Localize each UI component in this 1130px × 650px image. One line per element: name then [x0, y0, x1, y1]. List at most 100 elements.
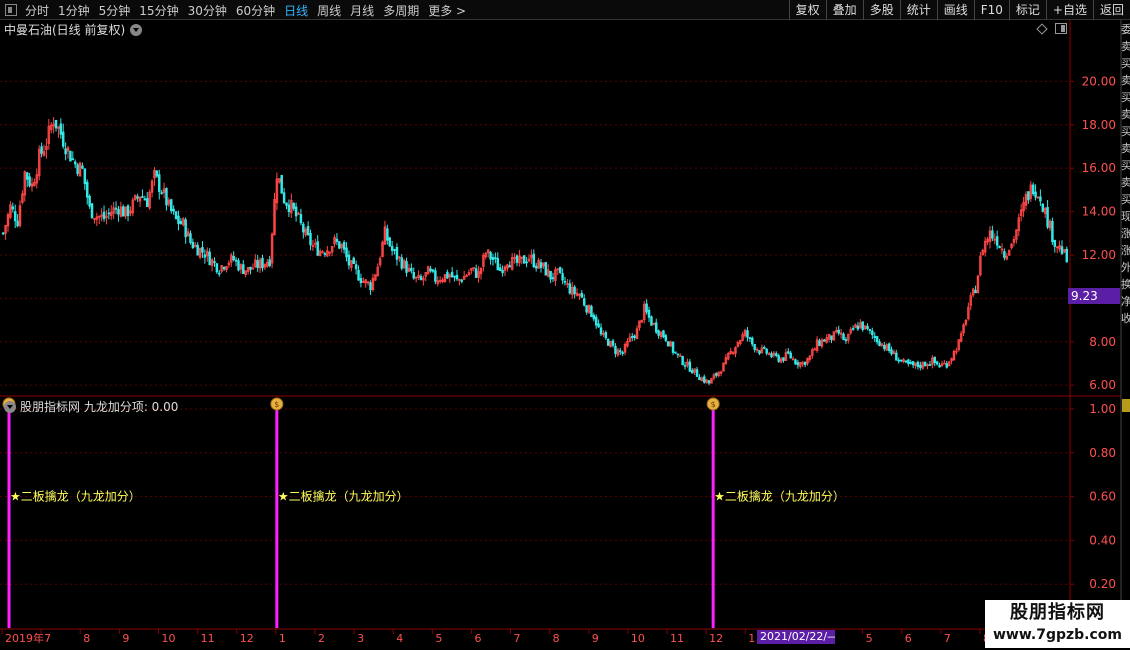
candle-body: [158, 174, 161, 192]
candle-body: [573, 286, 576, 295]
candle-body: [945, 363, 948, 368]
x-tick-label: 8: [553, 632, 560, 645]
candle-body: [895, 352, 898, 361]
candle-body: [683, 364, 687, 367]
candle-body: [909, 362, 912, 364]
y-tick-label: 0.20: [1089, 577, 1116, 591]
candle-body: [611, 340, 615, 346]
candle-body: [354, 264, 358, 270]
candle-body: [73, 161, 77, 165]
x-tick-label: 1: [748, 632, 755, 645]
candle-body: [174, 211, 178, 220]
candle-body: [647, 309, 651, 318]
candle-body: [674, 351, 677, 354]
candle-body: [40, 146, 43, 154]
candle-body: [904, 360, 908, 363]
candle-body: [189, 233, 192, 243]
candle-body: [455, 274, 459, 280]
candle-body: [823, 339, 826, 342]
candle-body: [851, 327, 855, 330]
candle-body: [763, 346, 766, 349]
candle-body: [664, 335, 668, 341]
candle-body: [875, 336, 879, 343]
x-tick-label: 5: [866, 632, 873, 645]
candle-body: [919, 364, 922, 368]
candle-body: [765, 348, 768, 354]
candle-body: [525, 261, 528, 264]
candle-body: [282, 192, 286, 204]
candle-body: [681, 355, 684, 366]
money-bag-glyph: $: [274, 400, 279, 409]
y-tick-label: 1.00: [1089, 402, 1116, 416]
quote-label: 卖: [1121, 108, 1130, 121]
quote-label: 收: [1121, 312, 1130, 325]
y-tick-label: 18.00: [1082, 118, 1116, 132]
indicator-title-text: 股朋指标网 九龙加分项: 0.00: [20, 400, 179, 414]
candle-body: [126, 205, 130, 217]
indicator-title: 股朋指标网 九龙加分项: 0.00: [4, 398, 178, 415]
candle-body: [585, 305, 588, 313]
candle-body: [818, 340, 821, 346]
candle-body: [844, 339, 848, 341]
candle-body: [897, 359, 900, 362]
y-tick-label: 16.00: [1082, 161, 1116, 175]
candle-body: [777, 355, 780, 362]
candle-body: [280, 174, 283, 194]
candle-body: [1065, 248, 1069, 263]
candle-body: [61, 131, 65, 147]
quote-label: 现: [1121, 210, 1130, 223]
x-tick-label: 11: [670, 632, 684, 645]
candle-body: [1003, 251, 1006, 258]
watermark: 股朋指标网 www.7gpzb.com: [985, 600, 1130, 648]
candle-body: [28, 176, 31, 186]
candle-body: [1060, 246, 1064, 255]
quote-label: 卖: [1121, 74, 1130, 87]
candle-body: [753, 344, 756, 351]
candle-body: [856, 325, 860, 330]
candle-body: [412, 272, 415, 279]
chevron-down-icon[interactable]: [130, 23, 143, 36]
candle-body: [544, 262, 548, 276]
candle-body: [213, 261, 216, 264]
candle-body: [13, 211, 17, 222]
candle-body: [618, 350, 622, 353]
candle-body: [580, 292, 584, 298]
candle-body: [196, 244, 199, 256]
candle-body: [165, 188, 168, 206]
candle-body: [155, 170, 159, 177]
candle-body: [1046, 206, 1049, 228]
candle-body: [597, 323, 600, 328]
kline-chart[interactable]: 20.0018.0016.0014.0012.0010.008.006.001.…: [0, 0, 1130, 650]
candle-body: [803, 361, 807, 366]
quote-label: 净: [1121, 295, 1130, 308]
candle-body: [285, 202, 288, 206]
candle-body: [707, 380, 711, 384]
y-tick-label: 12.00: [1082, 248, 1116, 262]
x-tick-label: 5: [435, 632, 442, 645]
candle-body: [419, 276, 423, 280]
candle-body: [405, 261, 408, 273]
candle-body: [143, 198, 147, 201]
candle-body: [923, 361, 927, 367]
candle-body: [338, 241, 341, 249]
stock-title: 中曼石油(日线 前复权): [4, 23, 126, 37]
candle-body: [287, 204, 291, 213]
candle-body: [69, 150, 72, 162]
candle-body: [991, 230, 994, 239]
panel-toggle-icon[interactable]: [1055, 23, 1067, 34]
candle-body: [868, 329, 872, 331]
candle-body: [218, 272, 221, 275]
candle-body: [789, 352, 792, 359]
candle-body: [907, 359, 910, 364]
candle-body: [974, 289, 977, 294]
candle-body: [662, 330, 665, 338]
chevron-down-icon[interactable]: [4, 400, 16, 413]
candle-body: [393, 249, 396, 251]
candle-body: [866, 325, 869, 329]
candle-body: [688, 361, 692, 372]
candle-body: [90, 203, 94, 219]
candle-body: [633, 335, 636, 338]
candle-body: [453, 275, 456, 278]
candle-body: [256, 260, 259, 268]
current-price-tag: 9.23: [1068, 288, 1120, 304]
